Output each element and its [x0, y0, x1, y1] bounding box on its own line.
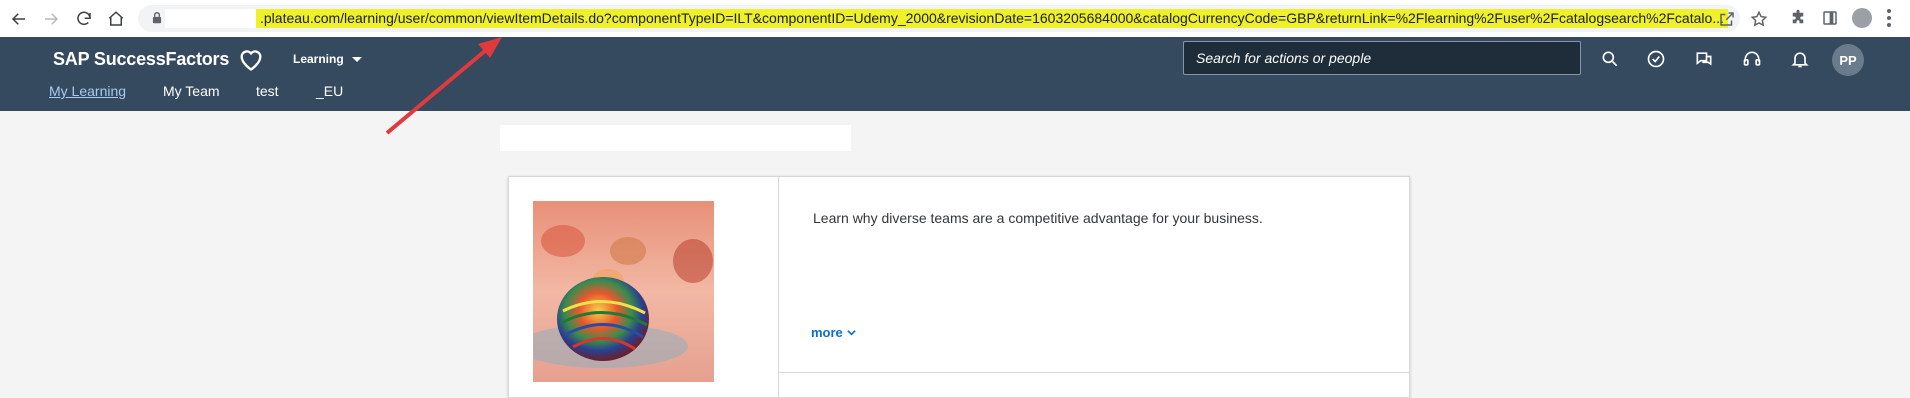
approvals-check-icon[interactable]	[1646, 49, 1666, 69]
lock-icon[interactable]	[150, 11, 164, 25]
item-title-placeholder	[500, 125, 851, 151]
home-icon[interactable]	[103, 6, 129, 32]
feedback-chat-icon[interactable]	[1694, 49, 1714, 69]
chevron-down-icon	[847, 330, 856, 336]
side-panel-icon[interactable]	[1821, 9, 1839, 27]
item-description: Learn why diverse teams are a competitiv…	[813, 210, 1263, 226]
item-thumbnail-panel	[509, 177, 779, 397]
subnav-item-my-learning[interactable]: My Learning	[49, 83, 126, 99]
heart-logo-icon	[240, 50, 262, 71]
browser-profile-icon[interactable]	[1852, 8, 1872, 28]
address-bar[interactable]: .plateau.com/learning/user/common/viewIt…	[138, 5, 1768, 32]
item-details-card: Learn why diverse teams are a competitiv…	[508, 176, 1410, 398]
url-text[interactable]: .plateau.com/learning/user/common/viewIt…	[256, 9, 1728, 28]
app-header: SAP SuccessFactors Learning PP My Learni…	[0, 37, 1910, 111]
module-picker[interactable]: Learning	[293, 52, 362, 66]
more-label: more	[811, 325, 843, 340]
subnav-item-my-team[interactable]: My Team	[163, 83, 220, 99]
extensions-icon[interactable]	[1789, 9, 1807, 27]
user-avatar[interactable]: PP	[1832, 44, 1864, 76]
module-label: Learning	[293, 52, 344, 66]
search-icon[interactable]	[1600, 49, 1620, 69]
reload-icon[interactable]	[71, 6, 97, 32]
course-thumbnail-image	[533, 201, 714, 382]
share-icon[interactable]	[1718, 10, 1736, 28]
support-headset-icon[interactable]	[1742, 49, 1762, 69]
bookmark-star-icon[interactable]	[1750, 10, 1768, 28]
brand-logo[interactable]: SAP SuccessFactors	[53, 49, 229, 70]
search-input[interactable]	[1194, 42, 1568, 74]
forward-icon[interactable]	[38, 6, 64, 32]
more-toggle[interactable]: more	[811, 325, 857, 340]
subnav-item-eu[interactable]: _EU	[316, 83, 343, 99]
chevron-down-icon	[351, 56, 362, 62]
browser-menu-icon[interactable]	[1887, 9, 1891, 27]
back-icon[interactable]	[6, 6, 32, 32]
global-search[interactable]	[1183, 41, 1581, 75]
browser-toolbar: .plateau.com/learning/user/common/viewIt…	[0, 0, 1910, 38]
subnav-item-test[interactable]: test	[256, 83, 279, 99]
card-divider	[779, 372, 1409, 373]
notifications-bell-icon[interactable]	[1790, 49, 1810, 69]
